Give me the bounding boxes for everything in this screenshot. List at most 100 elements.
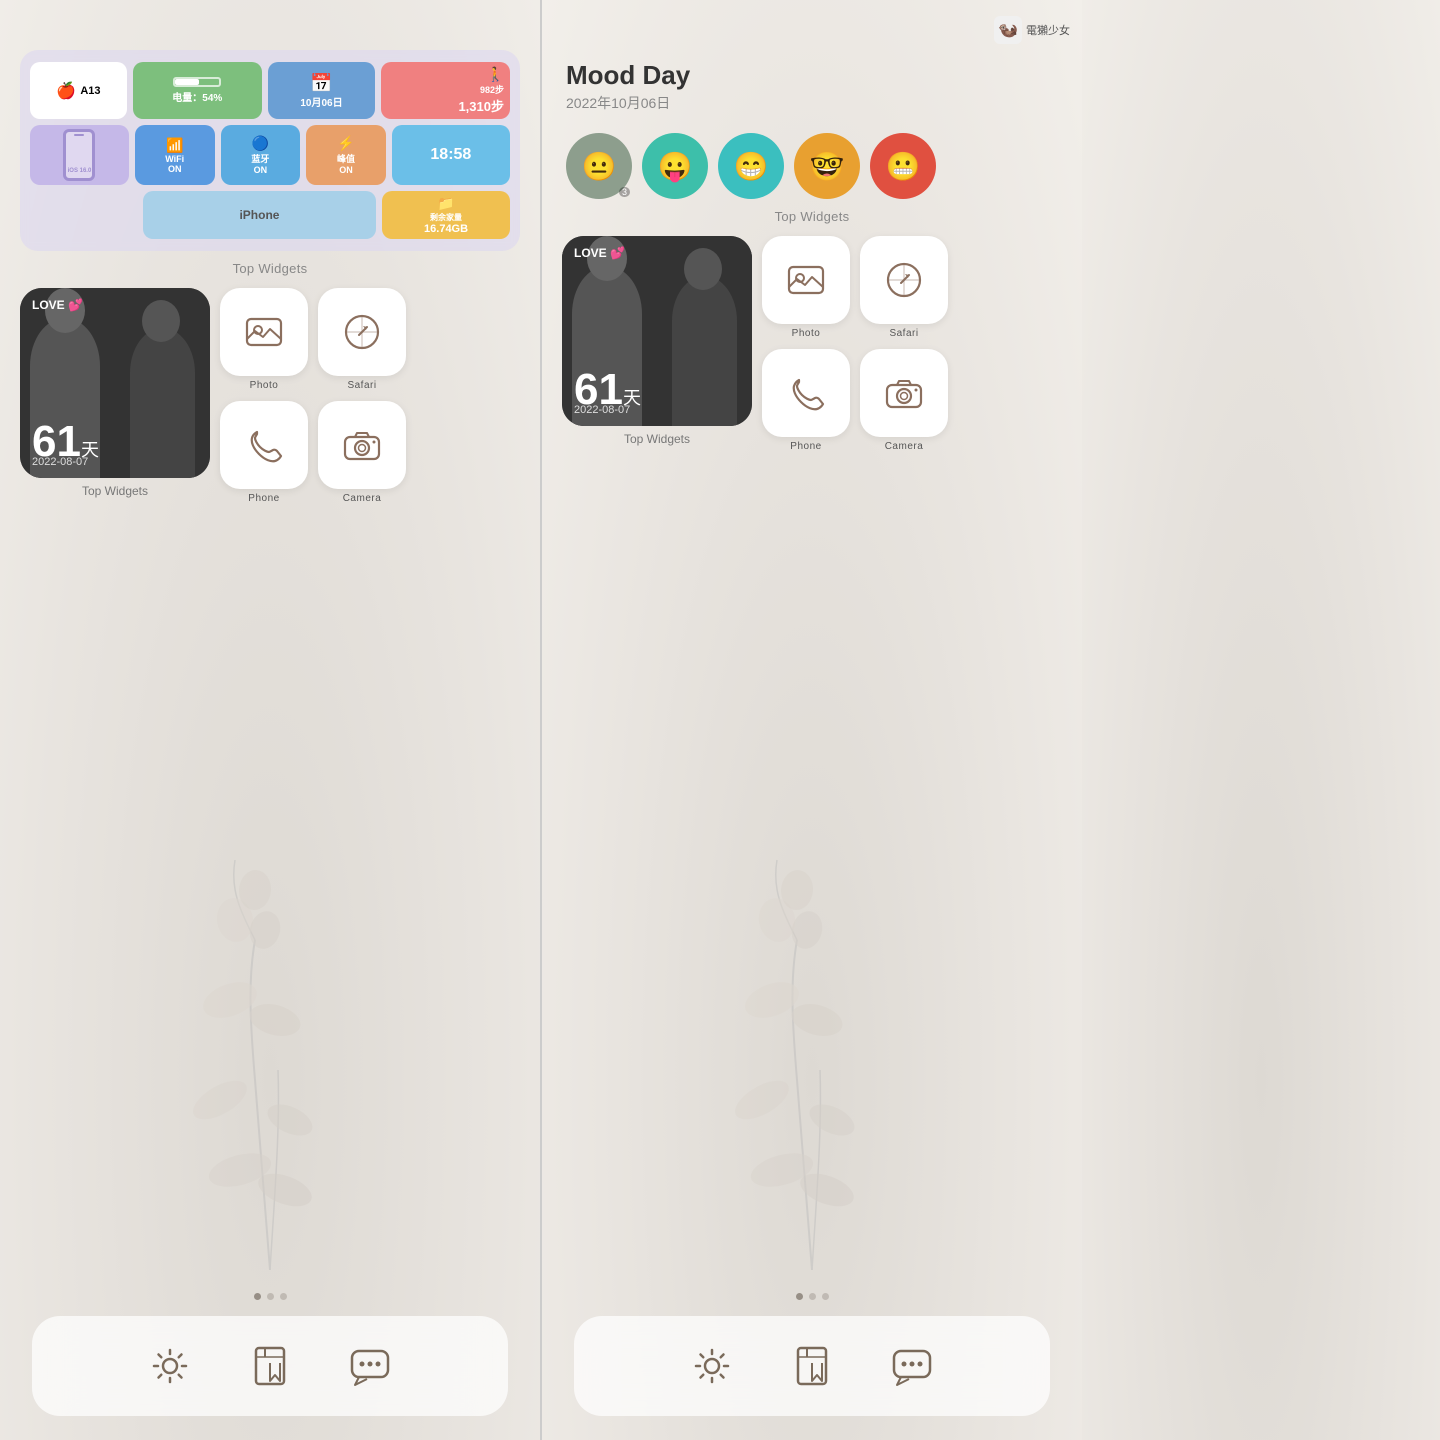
mood-date: 2022年10月06日	[566, 93, 1058, 113]
safari-label-left: Safari	[347, 380, 376, 391]
third-panel	[1082, 0, 1440, 1440]
phone-label-right: Phone	[790, 441, 821, 452]
peak-icon: ⚡	[337, 135, 354, 152]
right-screen: 🦦 電獺少女 Mood Day 2022年10月06日 😐 3 😛 😁	[542, 0, 1082, 1440]
bluetooth-cell: 🔵 蓝牙 ON	[221, 125, 301, 185]
notebook-dock-right[interactable]	[776, 1330, 848, 1402]
settings-dock-left[interactable]	[134, 1330, 206, 1402]
love-widget-container-left: LOVE 💕 61天 2022-08-07 Top Widgets	[20, 288, 210, 504]
mood-title: Mood Day	[566, 60, 1058, 91]
screen-divider	[540, 0, 542, 1440]
mood-emojis-row: 😐 3 😛 😁 🤓 😬	[566, 133, 1058, 199]
battery-cell: 电量：54%	[133, 62, 262, 119]
chip-label: A13	[80, 85, 100, 97]
phone-app-right: Phone	[762, 349, 850, 452]
app-icons-col-right: Photo Safari	[762, 236, 1062, 452]
photo-app-left: Photo	[220, 288, 308, 391]
dot-2-right	[809, 1293, 816, 1300]
notebook-svg	[247, 1343, 293, 1389]
love-widget-label-left: Top Widgets	[82, 484, 148, 498]
dock-left	[32, 1316, 508, 1416]
photo-label-left: Photo	[250, 380, 279, 391]
battery-bar-inner	[175, 79, 199, 85]
chat-svg	[347, 1343, 393, 1389]
chat-dock-right[interactable]	[876, 1330, 948, 1402]
dot-1-right	[796, 1293, 803, 1300]
camera-label-left: Camera	[343, 493, 382, 504]
mood-emoji-3[interactable]: 🤓	[794, 133, 860, 199]
storage-line1: 剩余家量	[430, 212, 462, 223]
app-grid-right: LOVE 💕 61天 2022-08-07 Top Widgets	[562, 236, 1062, 452]
dot-3-right	[822, 1293, 829, 1300]
spacer-cell	[30, 191, 137, 239]
safari-app-right: Safari	[860, 236, 948, 339]
peak-cell: ⚡ 峰值 ON	[306, 125, 386, 185]
app-icons-row1-right: Photo Safari	[762, 236, 1062, 339]
steps-line2: 1,310步	[458, 96, 504, 115]
safari-label-right: Safari	[889, 328, 918, 339]
ios-version: iOS 16.0	[68, 168, 92, 174]
chat-svg-right	[889, 1343, 935, 1389]
mood-emoji-icon-0: 😐	[582, 150, 617, 183]
safari-icon-left[interactable]	[318, 288, 406, 376]
dot-indicators-right	[562, 1293, 1062, 1300]
love-widget-left[interactable]: LOVE 💕 61天 2022-08-07	[20, 288, 210, 478]
time-cell: 18:58	[392, 125, 510, 185]
steps-icon: 🚶	[487, 66, 504, 83]
camera-icon-left[interactable]	[318, 401, 406, 489]
mood-emoji-2[interactable]: 😁	[718, 133, 784, 199]
phone-icon-right[interactable]	[762, 349, 850, 437]
widget-row-3: iPhone 📁 剩余家量 16.74GB	[30, 191, 510, 239]
notebook-dock-left[interactable]	[234, 1330, 306, 1402]
watermark: 🦦 電獺少女	[994, 16, 1070, 44]
dot-2-left	[267, 1293, 274, 1300]
camera-svg	[341, 424, 383, 466]
storage-cell: 📁 剩余家量 16.74GB	[382, 191, 510, 239]
camera-app-right: Camera	[860, 349, 948, 452]
settings-svg	[147, 1343, 193, 1389]
top-widgets-label-right: Top Widgets	[562, 209, 1062, 224]
app-icons-row2-right: Phone Camera	[762, 349, 1062, 452]
dot-indicators-left	[20, 1293, 520, 1300]
app-icons-row1-left: Photo Safari	[220, 288, 520, 391]
settings-dock-right[interactable]	[676, 1330, 748, 1402]
camera-app-left: Camera	[318, 401, 406, 504]
steps-line1: 982步	[480, 83, 504, 96]
phone-svg	[243, 424, 285, 466]
peak-sub: ON	[339, 165, 353, 175]
bt-icon: 🔵	[252, 135, 269, 152]
phone-app-left: Phone	[220, 401, 308, 504]
mood-emoji-icon-3: 🤓	[810, 150, 845, 183]
mood-emoji-1[interactable]: 😛	[642, 133, 708, 199]
watermark-icon: 🦦	[994, 16, 1022, 44]
mood-emoji-0[interactable]: 😐 3	[566, 133, 632, 199]
safari-icon-right[interactable]	[860, 236, 948, 324]
chat-dock-left[interactable]	[334, 1330, 406, 1402]
widget-row-2: iOS 16.0 📶 WiFi ON 🔵 蓝牙 ON ⚡ 峰值 ON	[30, 125, 510, 185]
photo-icon-left[interactable]	[220, 288, 308, 376]
watermark-text: 電獺少女	[1026, 22, 1070, 38]
camera-svg-right	[883, 372, 925, 414]
bt-label: 蓝牙	[251, 152, 269, 165]
date-cell: 📅 10月06日	[268, 62, 376, 119]
phone-icon-left[interactable]	[220, 401, 308, 489]
love-widget-right[interactable]: LOVE 💕 61天 2022-08-07	[562, 236, 752, 426]
wifi-sub: ON	[168, 164, 182, 174]
safari-app-left: Safari	[318, 288, 406, 391]
time-label: 18:58	[430, 146, 471, 164]
wifi-cell: 📶 WiFi ON	[135, 125, 215, 185]
widget-row-1: 🍎 A13 电量：54% 📅 10月06日 🚶 982步 1,310步	[30, 62, 510, 119]
app-icons-row2-left: Phone Camera	[220, 401, 520, 504]
top-widgets-label-left: Top Widgets	[20, 261, 520, 276]
app-grid-left: LOVE 💕 61天 2022-08-07 Top Widgets	[20, 288, 520, 504]
mood-emoji-4[interactable]: 😬	[870, 133, 936, 199]
photo-icon-right[interactable]	[762, 236, 850, 324]
left-screen: 🍎 A13 电量：54% 📅 10月06日 🚶 982步 1,310步	[0, 0, 540, 1440]
camera-icon-right[interactable]	[860, 349, 948, 437]
spacer-left	[20, 504, 520, 1293]
dock-right	[574, 1316, 1050, 1416]
camera-label-right: Camera	[885, 441, 924, 452]
wifi-label: WiFi	[165, 154, 184, 164]
app-icons-col-left: Photo Safari	[220, 288, 520, 504]
steps-cell: 🚶 982步 1,310步	[381, 62, 510, 119]
